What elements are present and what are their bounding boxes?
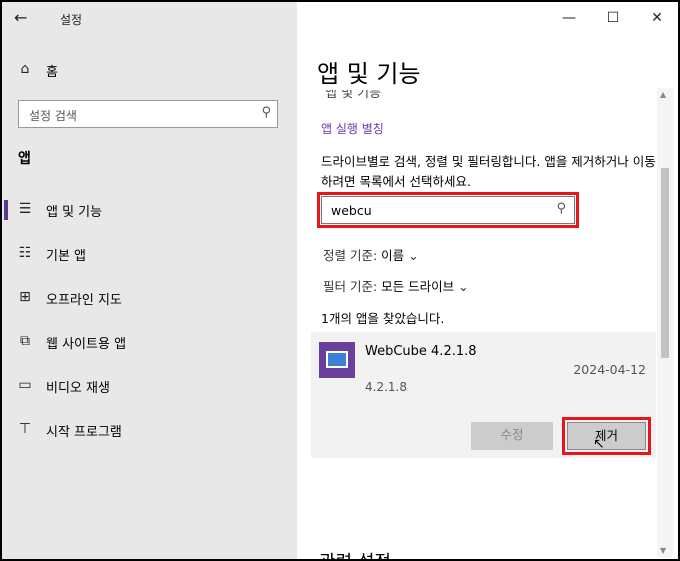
app-search-input[interactable]: webcu ⚲: [321, 196, 575, 224]
app-name: WebCube 4.2.1.8: [365, 344, 477, 359]
sidebar-item-offline-maps[interactable]: ⊞ 오프라인 지도: [2, 278, 297, 318]
sidebar-item-startup[interactable]: ⊤ 시작 프로그램: [2, 410, 297, 450]
sidebar-item-default-apps[interactable]: ☷ 기본 앱: [2, 234, 297, 274]
app-version: 4.2.1.8: [365, 380, 407, 394]
apps-for-websites-icon: ⧉: [20, 333, 30, 349]
page-title: 앱 및 기능: [317, 60, 421, 88]
section-heading: 앱: [18, 151, 31, 167]
search-placeholder: 설정 검색: [29, 109, 77, 123]
sidebar-item-label: 비디오 재생: [46, 381, 110, 396]
back-button[interactable]: ←: [14, 8, 27, 27]
apps-features-icon: ☰: [18, 201, 32, 217]
scroll-down-icon[interactable]: ▼: [660, 546, 666, 555]
minimize-button[interactable]: —: [559, 8, 579, 28]
sidebar-item-label: 웹 사이트용 앱: [46, 337, 127, 352]
result-count: 1개의 앱을 찾았습니다.: [321, 311, 445, 326]
main-content: — ☐ ✕ 앱 및 기능 앱 및 기능 앱 실행 별칭 드라이브별로 검색, 정…: [297, 2, 678, 559]
video-playback-icon: ▭: [18, 377, 32, 393]
search-value: webcu: [331, 203, 372, 218]
app-execution-alias-link[interactable]: 앱 실행 별칭: [321, 120, 384, 137]
sort-label: 정렬 기준:: [323, 248, 378, 263]
sidebar-item-label: 오프라인 지도: [46, 293, 122, 308]
filter-dropdown[interactable]: 필터 기준: 모든 드라이브 ⌄: [323, 276, 469, 295]
app-list-item[interactable]: WebCube 4.2.1.8 2024-04-12 4.2.1.8 수정 제거…: [311, 332, 656, 458]
chevron-down-icon: ⌄: [458, 279, 469, 294]
search-icon: ⚲: [261, 105, 271, 120]
startup-icon: ⊤: [18, 421, 32, 437]
description-text: 드라이브별로 검색, 정렬 및 필터링합니다. 앱을 제거하거나 이동하려면 목…: [321, 154, 656, 189]
settings-search-input[interactable]: 설정 검색 ⚲: [18, 100, 278, 128]
scroll-up-icon[interactable]: ▲: [660, 90, 666, 99]
sidebar: ← 설정 ⌂ 홈 설정 검색 ⚲ 앱 ☰ 앱 및 기능 ☷ 기본 앱 ⊞ 오프라…: [2, 2, 297, 559]
modify-button[interactable]: 수정: [471, 422, 553, 450]
mouse-cursor-icon: ↖: [593, 436, 605, 452]
sidebar-item-label: 기본 앱: [46, 249, 87, 264]
sidebar-item-label: 앱 및 기능: [46, 205, 103, 220]
webcube-app-icon: [319, 342, 355, 378]
app-install-date: 2024-04-12: [573, 362, 646, 377]
chevron-down-icon: ⌄: [408, 248, 419, 263]
filter-label: 필터 기준:: [323, 279, 378, 294]
scrollbar[interactable]: ▲ ▼: [657, 88, 673, 558]
sidebar-item-apps-features[interactable]: ☰ 앱 및 기능: [2, 190, 297, 230]
sort-dropdown[interactable]: 정렬 기준: 이름 ⌄: [323, 245, 419, 264]
offline-maps-icon: ⊞: [19, 289, 31, 305]
sidebar-item-label: 시작 프로그램: [46, 425, 122, 440]
uninstall-button[interactable]: 제거: [567, 422, 646, 450]
default-apps-icon: ☷: [18, 245, 32, 261]
sort-value: 이름: [381, 248, 405, 263]
sidebar-item-home[interactable]: ⌂ 홈: [2, 50, 297, 90]
maximize-button[interactable]: ☐: [603, 8, 623, 28]
sidebar-item-label: 홈: [46, 65, 58, 80]
close-button[interactable]: ✕: [647, 8, 667, 28]
sidebar-item-apps-for-websites[interactable]: ⧉ 웹 사이트용 앱: [2, 322, 297, 362]
related-settings-heading: 관련 설정: [319, 548, 391, 559]
home-icon: ⌂: [20, 61, 30, 77]
window-title: 설정: [60, 13, 83, 27]
filter-value: 모든 드라이브: [381, 279, 455, 294]
selection-indicator: [4, 200, 8, 220]
search-icon: ⚲: [556, 201, 566, 216]
settings-window: ← 설정 ⌂ 홈 설정 검색 ⚲ 앱 ☰ 앱 및 기능 ☷ 기본 앱 ⊞ 오프라…: [2, 2, 678, 559]
sidebar-item-video-playback[interactable]: ▭ 비디오 재생: [2, 366, 297, 406]
scrollbar-thumb[interactable]: [661, 168, 669, 358]
